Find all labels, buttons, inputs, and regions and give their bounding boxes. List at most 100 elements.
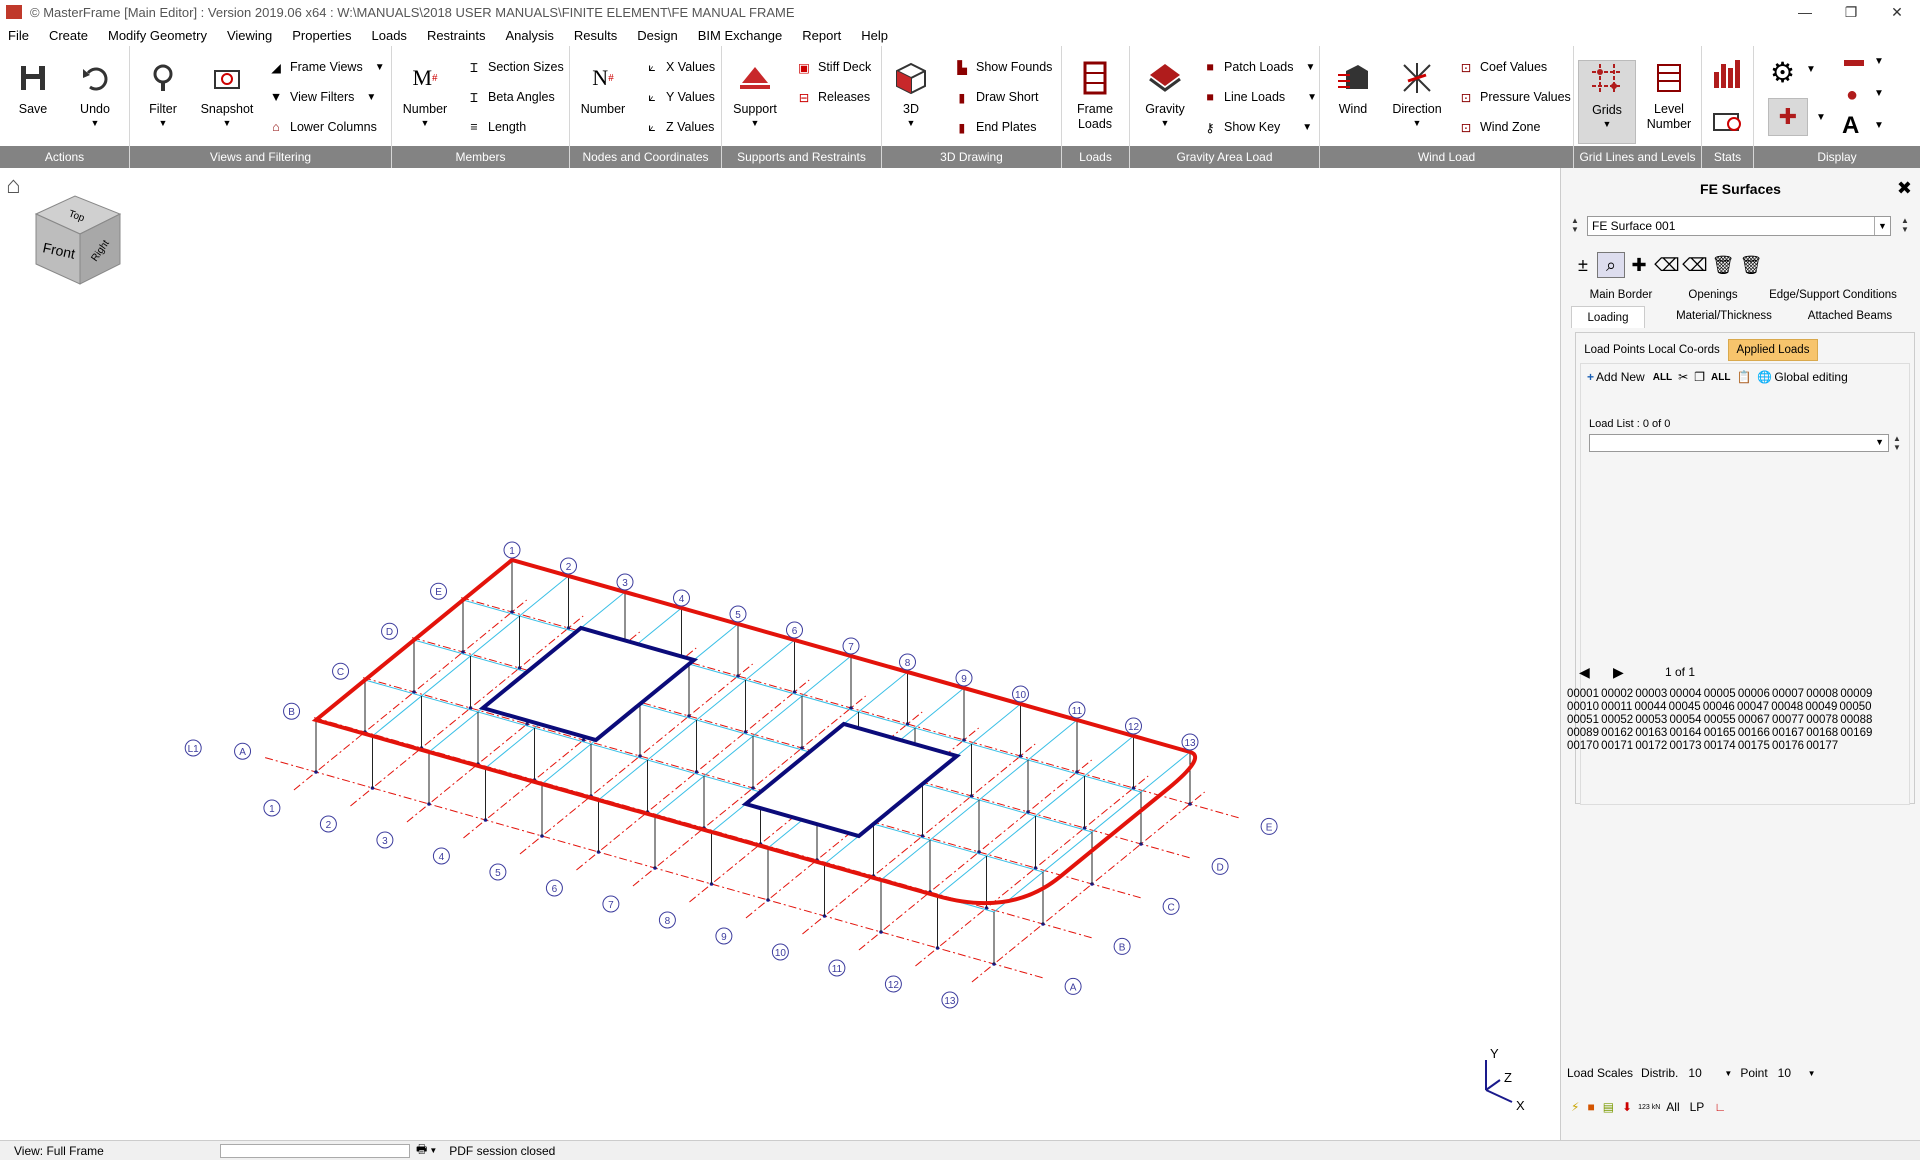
menu-report[interactable]: Report <box>802 28 841 43</box>
tab-main-border[interactable]: Main Border <box>1571 286 1671 304</box>
delete-icon[interactable]: 🗑 <box>1709 252 1737 278</box>
menu-help[interactable]: Help <box>861 28 888 43</box>
all-toggle[interactable]: All <box>1666 1100 1679 1114</box>
member-number-button[interactable]: M # Number ▼ <box>396 60 454 144</box>
next-page-icon[interactable]: ▶ <box>1613 664 1624 681</box>
copy-icon[interactable]: ❐ <box>1694 370 1705 384</box>
show-founds-button[interactable]: ▙ Show Founds <box>952 56 1052 78</box>
menu-bim-exchange[interactable]: BIM Exchange <box>698 28 783 43</box>
zoom-surface-icon[interactable]: ⌕ <box>1597 252 1625 278</box>
menu-file[interactable]: File <box>8 28 29 43</box>
direction-button[interactable]: Direction ▼ <box>1388 60 1446 144</box>
menu-results[interactable]: Results <box>574 28 617 43</box>
load-list-select[interactable]: ▼ <box>1589 434 1889 452</box>
plus-minus-icon[interactable]: ± <box>1569 252 1597 278</box>
3d-button[interactable]: 3D ▼ <box>882 60 940 144</box>
minimize-button[interactable]: — <box>1782 0 1828 24</box>
chevron-down-icon[interactable]: ▼ <box>1808 1069 1816 1078</box>
lower-columns-button[interactable]: ⌂ Lower Columns <box>266 116 377 138</box>
level-number-button[interactable]: Level Number <box>1640 60 1698 144</box>
chevron-down-icon[interactable]: ▼ <box>1724 1069 1732 1078</box>
tab-loading[interactable]: Loading <box>1571 306 1645 328</box>
end-plates-button[interactable]: ▮ End Plates <box>952 116 1037 138</box>
surface-select[interactable]: FE Surface 001 ▼ <box>1587 216 1891 236</box>
tab-attached-beams[interactable]: Attached Beams <box>1789 306 1911 326</box>
delete-all-icon[interactable]: 🗑 <box>1737 252 1765 278</box>
menu-create[interactable]: Create <box>49 28 88 43</box>
maximize-button[interactable]: ❐ <box>1828 0 1874 24</box>
x-values-button[interactable]: ⟀ X Values <box>642 56 715 78</box>
pressure-values-button[interactable]: ⊡ Pressure Values <box>1456 86 1571 108</box>
coef-values-button[interactable]: ⊡ Coef Values <box>1456 56 1547 78</box>
releases-button[interactable]: ⊟ Releases <box>794 86 870 108</box>
chevron-down-icon[interactable]: ▼ <box>1874 120 1884 131</box>
eraser-all-icon[interactable]: ⌫ <box>1681 252 1709 278</box>
arrow-load-icon[interactable]: ⬇ <box>1622 1100 1632 1114</box>
load-list-spinner[interactable]: ▲ ▼ <box>1893 434 1901 452</box>
chevron-down-icon[interactable]: ▼ <box>429 1146 437 1155</box>
add-new-button[interactable]: Add New <box>1596 370 1645 384</box>
add-icon[interactable]: ✚ <box>1625 252 1653 278</box>
snapshot-button[interactable]: Snapshot ▼ <box>198 60 256 144</box>
distrib-load-icon[interactable]: ▤ <box>1603 1100 1614 1114</box>
close-icon[interactable]: ✖ <box>1897 178 1912 199</box>
menu-design[interactable]: Design <box>637 28 677 43</box>
node-number-button[interactable]: N # Number <box>574 60 632 144</box>
menu-modify-geometry[interactable]: Modify Geometry <box>108 28 207 43</box>
node-display-button[interactable]: ✚ <box>1768 98 1808 136</box>
global-editing-button[interactable]: Global editing <box>1774 370 1847 384</box>
wind-zone-button[interactable]: ⊡ Wind Zone <box>1456 116 1541 138</box>
load-sign-icon[interactable]: ⚡ <box>1571 1100 1579 1114</box>
load-value-toggle[interactable]: 123 kN <box>1638 1104 1660 1111</box>
tab-openings[interactable]: Openings <box>1671 286 1755 304</box>
draw-short-button[interactable]: ▮ Draw Short <box>952 86 1039 108</box>
chevron-down-icon[interactable]: ▼ <box>1874 217 1890 235</box>
model-viewport[interactable]: ⌂ Top Front Right 1 1 2 2 3 3 4 4 5 5 6 6 7 7 8 8 9 9 10 10… <box>0 168 1560 1140</box>
menu-analysis[interactable]: Analysis <box>505 28 553 43</box>
surface-spinner-right[interactable]: ▲ ▼ <box>1901 216 1909 234</box>
tab-edge-support[interactable]: Edge/Support Conditions <box>1755 286 1911 304</box>
undo-button[interactable]: Undo ▼ <box>66 60 124 144</box>
z-values-button[interactable]: ⟀ Z Values <box>642 116 714 138</box>
filter-button[interactable]: Filter ▼ <box>134 60 192 144</box>
distrib-input[interactable]: 10 <box>1688 1066 1724 1080</box>
fill-color-icon[interactable]: ● <box>1846 84 1858 107</box>
gravity-button[interactable]: Gravity ▼ <box>1136 60 1194 144</box>
tab-material-thickness[interactable]: Material/Thickness <box>1659 306 1789 326</box>
beta-angles-button[interactable]: Ɪ Beta Angles <box>464 86 555 108</box>
printer-icon[interactable]: 🖶 <box>416 1140 427 1161</box>
lp-toggle[interactable]: LP <box>1690 1100 1705 1114</box>
copy-all-icon[interactable]: ALL <box>1711 372 1730 383</box>
grids-button[interactable]: Grids ▼ <box>1578 60 1636 144</box>
y-values-button[interactable]: ⟀ Y Values <box>642 86 715 108</box>
structure-drawing[interactable]: 1122334455667788991010111112121313AABBCC… <box>0 168 1560 1140</box>
gear-icon[interactable]: ⚙ <box>1770 56 1795 89</box>
menu-loads[interactable]: Loads <box>372 28 407 43</box>
line-loads-button[interactable]: ■ Line Loads ▼ <box>1200 86 1317 108</box>
patch-loads-button[interactable]: ■ Patch Loads ▼ <box>1200 56 1315 78</box>
point-input[interactable]: 10 <box>1778 1066 1808 1080</box>
close-button[interactable]: ✕ <box>1874 0 1920 24</box>
local-axes-icon[interactable]: ∟ <box>1714 1100 1726 1114</box>
support-button[interactable]: Support ▼ <box>726 60 784 144</box>
view-filters-button[interactable]: ▼ View Filters ▼ <box>266 86 376 108</box>
chevron-down-icon[interactable]: ▼ <box>1874 88 1884 99</box>
surface-spinner[interactable]: ▲ ▼ <box>1571 216 1579 234</box>
menu-restraints[interactable]: Restraints <box>427 28 486 43</box>
frame-loads-button[interactable]: Frame Loads <box>1066 60 1124 144</box>
line-color-icon[interactable] <box>1844 60 1864 66</box>
section-sizes-button[interactable]: Ɪ Section Sizes <box>464 56 564 78</box>
save-button[interactable]: Save <box>4 60 62 144</box>
chevron-down-icon[interactable]: ▼ <box>1874 56 1884 67</box>
subtab-load-points[interactable]: Load Points Local Co-ords <box>1582 339 1722 361</box>
prev-page-icon[interactable]: ◀ <box>1579 664 1590 681</box>
cut-icon[interactable]: ✂ <box>1678 370 1688 384</box>
chevron-down-icon[interactable]: ▼ <box>1816 112 1826 123</box>
stiff-deck-button[interactable]: ▣ Stiff Deck <box>794 56 871 78</box>
all-icon[interactable]: ALL <box>1653 372 1672 383</box>
wind-button[interactable]: Wind <box>1324 60 1382 144</box>
length-button[interactable]: ≡ Length <box>464 116 526 138</box>
eraser-icon[interactable]: ⌫ <box>1653 252 1681 278</box>
chevron-down-icon[interactable]: ▼ <box>1806 64 1816 75</box>
frame-views-button[interactable]: ◢ Frame Views ▼ <box>266 56 384 78</box>
